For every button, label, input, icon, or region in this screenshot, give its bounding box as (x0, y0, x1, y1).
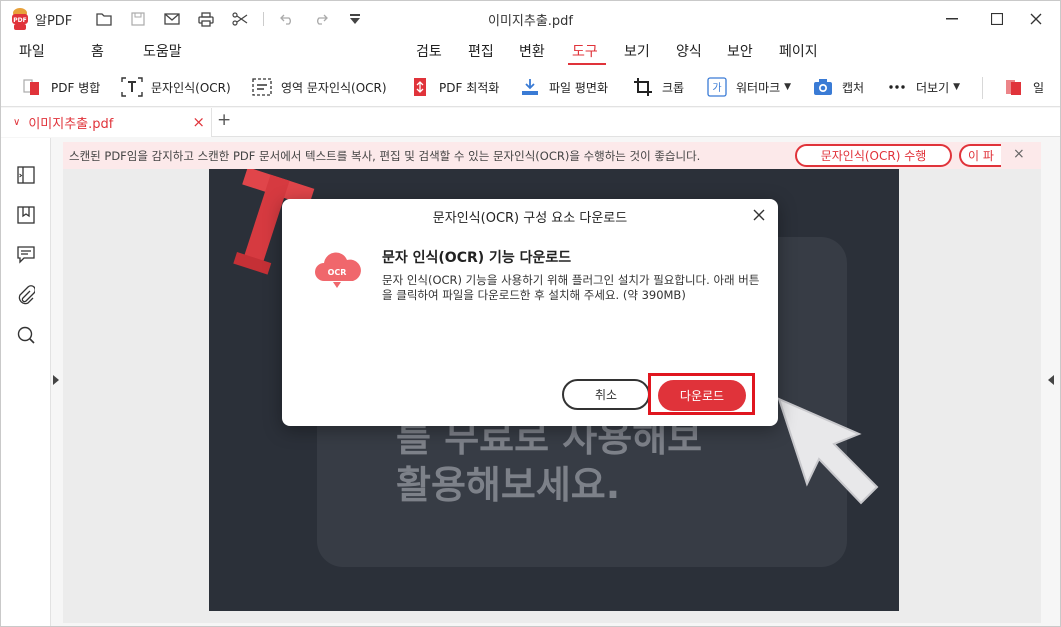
more-dropdown-icon[interactable]: ▼ (953, 82, 960, 92)
app-name: 알PDF (35, 14, 73, 29)
ocr-suggestion-banner: 스캔된 PDF임을 감지하고 스캔한 PDF 문서에서 텍스트를 복사, 편집 … (63, 142, 1041, 169)
print-icon[interactable] (195, 9, 217, 29)
quick-access-dropdown-icon[interactable] (344, 9, 366, 29)
download-highlight-box (648, 373, 755, 415)
close-icon[interactable] (749, 205, 769, 225)
mail-icon[interactable] (161, 9, 183, 29)
document-tab-bar: ∨ 이미지추출.pdf × + (1, 108, 1060, 137)
attachment-icon[interactable] (15, 284, 37, 306)
watermark-icon: 가 (706, 76, 728, 98)
menu-view[interactable]: 보기 (624, 41, 650, 61)
merge-pdf-button[interactable]: PDF 병합 (21, 74, 100, 100)
overflow-tool-button[interactable]: 일 (1003, 74, 1044, 100)
more-button[interactable]: 더보기 ▼ (886, 74, 960, 100)
share-icon[interactable] (229, 9, 251, 29)
optimize-pdf-button[interactable]: PDF 최적화 (409, 74, 499, 100)
close-tab-icon[interactable]: × (192, 113, 205, 131)
cursor-arrow-icon (777, 397, 879, 505)
tools-toolbar: PDF 병합 문자인식(OCR) 영역 문자인식(OCR) PDF 최적화 파일… (1, 67, 1060, 107)
more-dots-icon (886, 76, 908, 98)
menu-pages[interactable]: 페이지 (779, 41, 818, 61)
thumbnail-panel-icon[interactable] (15, 164, 37, 186)
area-ocr-button[interactable]: 영역 문자인식(OCR) (251, 74, 387, 100)
overflow-tool-icon (1003, 76, 1025, 98)
crop-icon (632, 76, 654, 98)
app-window: PDF 알PDF 이미지추출.pdf 파일 홈 도움말 검토 편집 변환 도구 … (0, 0, 1061, 627)
menu-home[interactable]: 홈 (91, 41, 104, 61)
overflow-tool-label: 일 (1033, 80, 1045, 95)
menu-file[interactable]: 파일 (19, 41, 45, 61)
comment-icon[interactable] (15, 244, 37, 266)
open-folder-icon[interactable] (93, 9, 115, 29)
menu-edit[interactable]: 편집 (468, 41, 494, 61)
undo-icon[interactable] (276, 9, 298, 29)
expand-right-panel-icon[interactable] (1048, 375, 1054, 385)
banner-message: 스캔된 PDF임을 감지하고 스캔한 PDF 문서에서 텍스트를 복사, 편집 … (69, 149, 701, 163)
expand-sidebar-icon[interactable] (53, 375, 59, 385)
redo-icon[interactable] (310, 9, 332, 29)
merge-pdf-label: PDF 병합 (51, 80, 101, 95)
flatten-file-icon (519, 76, 541, 98)
page-text-line: 활용해보세요. (396, 463, 621, 507)
watermark-button[interactable]: 가 워터마크 ▼ (706, 74, 791, 100)
area-text-recognition-icon (251, 76, 273, 98)
banner-secondary-button[interactable]: 이 파 (959, 144, 1001, 167)
ocr-button[interactable]: 문자인식(OCR) (121, 74, 231, 100)
cancel-button[interactable]: 취소 (562, 379, 650, 410)
left-sidebar (1, 138, 51, 626)
app-logo-icon: PDF (12, 8, 28, 30)
title-bar: PDF 알PDF 이미지추출.pdf (1, 1, 1060, 37)
capture-label: 캡처 (842, 80, 865, 95)
menu-tools[interactable]: 도구 (572, 41, 598, 61)
close-window-button[interactable] (1015, 1, 1057, 37)
svg-text:가: 가 (712, 82, 721, 94)
capture-button[interactable]: 캡처 (812, 74, 864, 100)
dialog-heading: 문자 인식(OCR) 기능 다운로드 (382, 250, 572, 266)
svg-text:PDF: PDF (13, 17, 26, 24)
ocr-cloud-icon: OCR (315, 252, 361, 288)
watermark-dropdown-icon[interactable]: ▼ (784, 82, 791, 92)
crop-label: 크롭 (662, 80, 685, 95)
add-tab-button[interactable]: + (217, 110, 231, 130)
watermark-label: 워터마크 (736, 80, 781, 95)
toolbar-separator (982, 77, 983, 99)
optimize-pdf-icon (409, 76, 431, 98)
chevron-down-icon[interactable]: ∨ (13, 117, 20, 128)
toolbar-separator (263, 12, 264, 26)
search-icon[interactable] (15, 324, 37, 346)
camera-icon (812, 76, 834, 98)
menu-forms[interactable]: 양식 (676, 41, 702, 61)
crop-button[interactable]: 크롭 (632, 74, 684, 100)
flatten-file-label: 파일 평면화 (549, 80, 609, 95)
optimize-pdf-label: PDF 최적화 (439, 80, 500, 95)
menu-security[interactable]: 보안 (727, 41, 753, 61)
menu-convert[interactable]: 변환 (519, 41, 545, 61)
active-menu-indicator (568, 63, 606, 65)
save-icon[interactable] (127, 9, 149, 29)
flatten-file-button[interactable]: 파일 평면화 (519, 74, 608, 100)
dialog-message: 문자 인식(OCR) 기능을 사용하기 위해 플러그인 설치가 필요합니다. 아… (382, 273, 760, 302)
document-tab[interactable]: ∨ 이미지추출.pdf × (1, 108, 212, 137)
dialog-title: 문자인식(OCR) 구성 요소 다운로드 (432, 211, 628, 226)
close-banner-icon[interactable]: × (1013, 146, 1025, 162)
menu-help[interactable]: 도움말 (143, 41, 182, 61)
bookmark-icon[interactable] (15, 204, 37, 226)
ocr-icon-label: OCR (328, 268, 347, 277)
menu-review[interactable]: 검토 (416, 41, 442, 61)
run-ocr-button[interactable]: 문자인식(OCR) 수행 (795, 144, 952, 167)
merge-pdf-icon (21, 76, 43, 98)
ocr-label: 문자인식(OCR) (151, 80, 231, 95)
maximize-button[interactable] (976, 1, 1018, 37)
text-recognition-icon (121, 76, 143, 98)
area-ocr-label: 영역 문자인식(OCR) (281, 80, 387, 95)
minimize-button[interactable] (931, 1, 973, 37)
more-label: 더보기 (916, 80, 950, 95)
document-tab-label: 이미지추출.pdf (28, 117, 114, 132)
menu-bar: 파일 홈 도움말 검토 편집 변환 도구 보기 양식 보안 페이지 (1, 37, 1060, 67)
